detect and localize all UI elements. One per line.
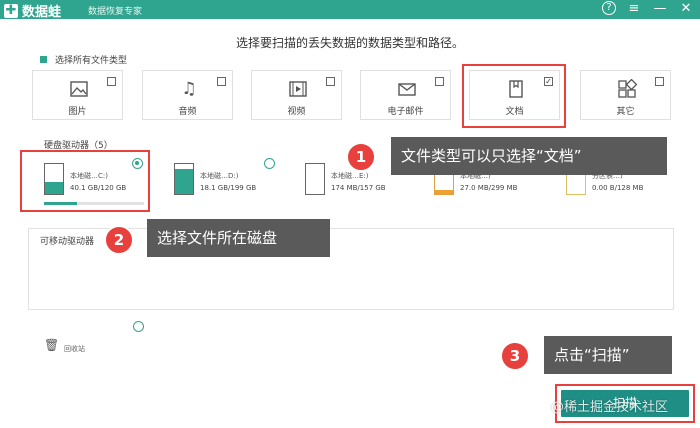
minimize-icon[interactable]: — <box>652 1 668 17</box>
removable-drives-label: 可移动驱动器 <box>40 237 95 247</box>
drive-size: 18.1 GB/199 GB <box>200 184 257 192</box>
help-icon[interactable]: ? <box>602 1 616 15</box>
title-bar: ✚ 数据蛙 数据恢复专家 ? ≡ — ✕ <box>0 0 700 20</box>
file-type-image[interactable]: 图片 <box>32 70 123 120</box>
callout-3: 点击“扫描” <box>544 336 672 374</box>
removable-radio[interactable] <box>133 321 144 332</box>
menu-icon[interactable]: ≡ <box>626 1 642 17</box>
checkbox-icon <box>40 56 47 63</box>
recycle-bin-label: 回收站 <box>64 345 85 353</box>
apps-icon <box>617 78 638 99</box>
drive-size: 174 MB/157 GB <box>331 184 386 192</box>
hard-drive-icon <box>174 163 194 195</box>
file-type-label: 其它 <box>616 107 635 117</box>
file-type-checkbox[interactable] <box>326 77 335 86</box>
file-type-checkbox[interactable] <box>435 77 444 86</box>
file-type-video[interactable]: 视频 <box>251 70 342 120</box>
callout-badge-2: 2 <box>104 225 134 255</box>
callout-badge-3: 3 <box>500 341 530 371</box>
hard-drive-icon <box>305 163 325 195</box>
recycle-bin-icon[interactable]: 🗑 <box>44 338 59 352</box>
drive-size: 27.0 MB/299 MB <box>460 184 518 192</box>
drive-name: 本地磁…D:) <box>200 172 239 180</box>
file-type-label: 电子邮件 <box>387 107 424 117</box>
drive-size: 0.00 B/128 MB <box>592 184 644 192</box>
app-logo: ✚ 数据蛙 <box>4 1 61 20</box>
logo-icon: ✚ <box>4 2 18 18</box>
callout-text: 文件类型可以只选择“文档” <box>401 147 582 165</box>
drive-d-radio[interactable] <box>264 158 275 169</box>
close-icon[interactable]: ✕ <box>678 1 694 17</box>
drive-name: 本地磁…E:) <box>331 172 369 180</box>
page-headline: 选择要扫描的丢失数据的数据类型和路径。 <box>235 36 464 50</box>
mail-icon <box>397 79 417 99</box>
callout-text: 点击“扫描” <box>554 346 630 364</box>
file-type-label: 图片 <box>68 107 87 117</box>
file-type-other[interactable]: 其它 <box>580 70 671 120</box>
file-type-checkbox[interactable] <box>217 77 226 86</box>
image-icon <box>69 79 89 99</box>
callout-text: 选择文件所在磁盘 <box>157 229 278 247</box>
app-subtitle: 数据恢复专家 <box>88 7 143 17</box>
callout-badge-1: 1 <box>346 142 376 172</box>
drive-c-highlight-box <box>20 150 150 212</box>
file-type-label: 视频 <box>287 107 306 117</box>
callout-1: 文件类型可以只选择“文档” <box>391 137 667 175</box>
document-highlight-box <box>462 64 566 128</box>
file-type-label: 音频 <box>178 107 197 117</box>
select-all-checkbox[interactable]: 选择所有文件类型 <box>40 53 127 66</box>
scan-button-highlight-box <box>555 384 695 423</box>
music-icon: ♫ <box>181 79 197 99</box>
video-icon <box>288 79 308 99</box>
callout-2: 选择文件所在磁盘 <box>147 219 330 257</box>
app-title: 数据蛙 <box>22 5 62 20</box>
select-all-label: 选择所有文件类型 <box>55 56 128 66</box>
file-type-email[interactable]: 电子邮件 <box>360 70 451 120</box>
file-type-checkbox[interactable] <box>655 77 664 86</box>
file-type-checkbox[interactable] <box>107 77 116 86</box>
file-type-audio[interactable]: ♫ 音频 <box>142 70 233 120</box>
